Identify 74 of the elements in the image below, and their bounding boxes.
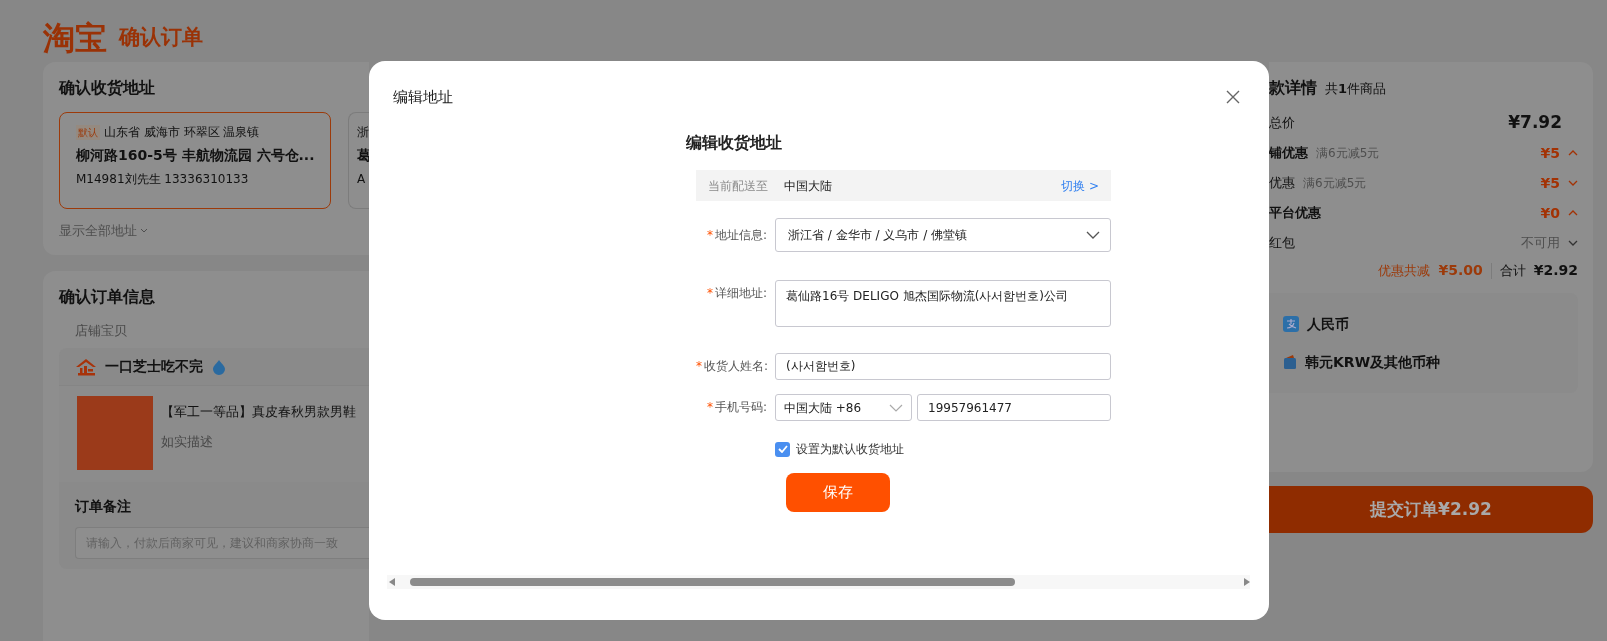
item-count: 共1件商品: [1325, 80, 1387, 98]
country-code-select[interactable]: 中国大陆 +86: [775, 394, 912, 421]
required-mark: *: [706, 286, 713, 300]
scroll-right-icon[interactable]: [1244, 578, 1250, 586]
dialog-title: 编辑地址: [393, 87, 453, 108]
discount-hint: 满6元减5元: [1303, 175, 1367, 192]
save-button[interactable]: 保存: [786, 473, 890, 512]
summary-label: 总价: [1269, 114, 1295, 133]
default-tag: 默认: [76, 124, 100, 140]
destination-value: 中国大陆: [784, 177, 832, 195]
scroll-left-icon[interactable]: [389, 578, 395, 586]
product-title[interactable]: 【军工一等品】真皮春秋男款男鞋: [161, 402, 356, 422]
submit-order-button[interactable]: 提交订单¥2.92: [1269, 486, 1593, 533]
close-icon: [1225, 88, 1241, 105]
chevron-down-icon: [1086, 231, 1100, 239]
field-label: 收货人姓名:: [704, 359, 769, 373]
store-name[interactable]: 一口芝士吃不完: [105, 356, 203, 377]
region-select[interactable]: 浙江省 / 金华市 / 义乌市 / 佛堂镇: [775, 218, 1111, 252]
required-mark: *: [706, 228, 713, 242]
section-title: 确认收货地址: [59, 77, 156, 99]
checkbox-label: 设置为默认收货地址: [796, 441, 904, 458]
section-title: 确认订单信息: [59, 285, 156, 308]
chevron-down-icon[interactable]: [1568, 178, 1578, 188]
required-mark: *: [696, 359, 702, 373]
discount-total: ¥5.00: [1438, 261, 1483, 280]
check-icon: [777, 445, 788, 453]
product-note: 如实描述: [161, 432, 214, 451]
form-heading: 编辑收货地址: [686, 132, 783, 154]
total-label: 合计: [1499, 261, 1526, 280]
summary-label: 优惠: [1269, 174, 1295, 193]
address-street: 柳河路160-5号 丰航物流园 六号仓...: [76, 146, 316, 165]
section-subtitle: 店铺宝贝: [75, 321, 128, 340]
address-contact: M14981刘先生 13336310133: [76, 171, 250, 188]
store-icon: [75, 357, 97, 376]
discount-hint: 满6元减5元: [1316, 145, 1380, 162]
discount-total-label: 优惠共减: [1378, 261, 1431, 280]
address-region: 山东省 威海市 环翠区 温泉镇: [104, 124, 260, 141]
checkbox[interactable]: [775, 441, 790, 457]
field-label: 地址信息:: [714, 228, 767, 242]
drop-icon: [211, 358, 227, 375]
payment-option[interactable]: 人民币: [1307, 313, 1349, 335]
payment-option[interactable]: 韩元KRW及其他币种: [1305, 351, 1441, 373]
phone-field[interactable]: 19957961477: [917, 394, 1111, 421]
summary-value: 不可用: [1521, 234, 1560, 253]
address-contact: A: [357, 171, 367, 188]
chevron-up-icon[interactable]: [1568, 148, 1578, 158]
switch-link[interactable]: 切换 >: [1061, 176, 1099, 195]
payment-app-icon: [1283, 316, 1299, 332]
scrollbar[interactable]: [387, 575, 1250, 589]
summary-value: ¥7.92: [1508, 111, 1562, 135]
address-region: 浙: [357, 124, 369, 141]
total-amount: ¥2.92: [1533, 261, 1578, 280]
address-card[interactable]: 默认 山东省 威海市 环翠区 温泉镇 柳河路160-5号 丰航物流园 六号仓... M14981刘先生 13336310133: [59, 112, 331, 209]
name-field[interactable]: (사서함번호): [775, 353, 1111, 380]
required-mark: *: [706, 400, 713, 414]
destination-label: 当前配送至: [708, 177, 768, 195]
summary-value: ¥0: [1540, 203, 1560, 223]
summary-label: 铺优惠: [1269, 144, 1308, 163]
remark-label: 订单备注: [75, 497, 132, 516]
wallet-icon: [1283, 354, 1297, 370]
address-detail-field[interactable]: 葛仙路16号 DELIGO 旭杰国际物流(사서함번호)公司: [775, 280, 1111, 327]
chevron-down-icon[interactable]: [140, 227, 148, 234]
chevron-down-icon[interactable]: [1568, 238, 1578, 248]
summary-value: ¥5: [1540, 143, 1560, 163]
scrollbar-thumb[interactable]: [410, 578, 1015, 586]
chevron-up-icon[interactable]: [1568, 208, 1578, 218]
summary-label: 红包: [1269, 234, 1295, 253]
summary-value: ¥5: [1540, 173, 1560, 193]
field-label: 详细地址:: [714, 286, 767, 300]
chevron-down-icon: [889, 403, 903, 412]
summary-title: 款详情: [1269, 77, 1317, 99]
field-label: 手机号码:: [714, 400, 767, 414]
summary-label: 平台优惠: [1269, 204, 1321, 223]
page-title: 确认订单: [119, 24, 203, 52]
